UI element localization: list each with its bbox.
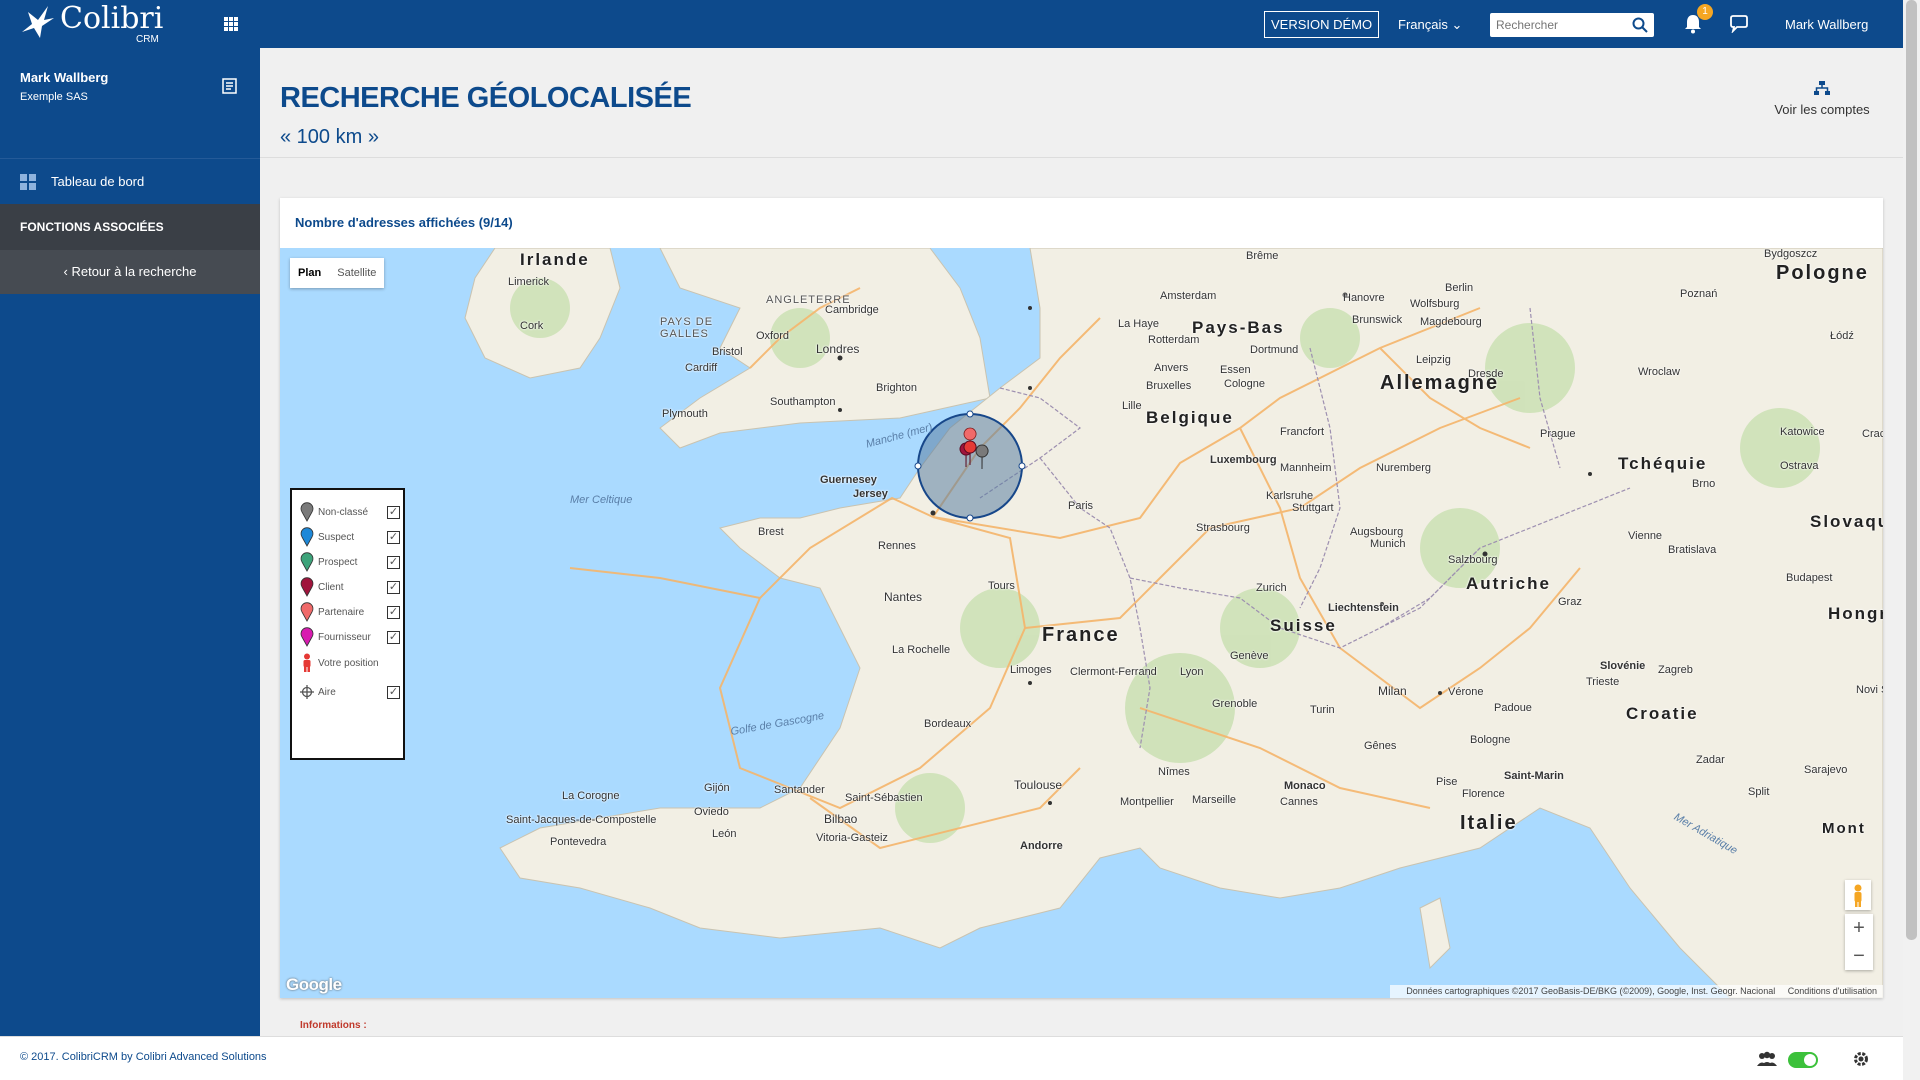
page-scrollbar[interactable] — [1903, 0, 1920, 1080]
legend-checkbox[interactable]: ✓ — [387, 630, 400, 644]
legend-label: Non-classé — [318, 506, 369, 518]
top-bar: Colibri CRM VERSION DÉMO Français ⌄ 1 Ma… — [0, 0, 1903, 48]
info-label: Informations : — [300, 1020, 367, 1031]
language-label: Français — [1398, 17, 1448, 32]
legend-label: Aire — [318, 686, 336, 698]
zoom-control: + − — [1845, 914, 1873, 970]
sidebar-item-label: Tableau de bord — [51, 174, 145, 189]
sidebar-section-title: FONCTIONS ASSOCIÉES — [0, 204, 260, 250]
status-toggle[interactable] — [1788, 1052, 1818, 1068]
search-icon[interactable] — [1632, 17, 1648, 33]
user-menu[interactable]: Mark Wallberg — [1785, 17, 1868, 32]
chat-icon[interactable] — [1729, 15, 1749, 33]
legend-item: Prospect ✓ — [300, 552, 400, 572]
map-pin-icon — [300, 602, 314, 622]
map-pin-icon — [300, 527, 314, 547]
gear-icon[interactable] — [1852, 1050, 1870, 1068]
legend-checkbox[interactable]: ✓ — [387, 605, 400, 619]
map-legend: Non-classé ✓ Suspect ✓ Prospect ✓ Client ✓ Parte… — [290, 488, 405, 760]
attribution-text: Données cartographiques ©2017 GeoBasis-D… — [1406, 986, 1776, 996]
sidebar-item-dashboard[interactable]: Tableau de bord — [0, 159, 260, 204]
sidebar: Mark Wallberg Exemple SAS Tableau de bor… — [0, 48, 260, 1036]
legend-item: Aire ✓ — [300, 682, 400, 702]
scrollbar-thumb[interactable] — [1906, 0, 1917, 940]
colibri-bird-icon — [22, 6, 54, 38]
legend-item: Votre position — [300, 653, 400, 673]
sidebar-company: Exemple SAS — [20, 91, 88, 103]
legend-checkbox[interactable]: ✓ — [387, 530, 400, 544]
view-accounts-label: Voir les comptes — [1774, 102, 1870, 117]
legend-label: Votre position — [318, 657, 379, 669]
legend-label: Fournisseur — [318, 631, 371, 643]
street-view-pegman-icon[interactable] — [1845, 880, 1871, 910]
map-pin-icon — [300, 627, 314, 647]
map-pin-icon — [300, 552, 314, 572]
back-to-search-link[interactable]: ‹ Retour à la recherche — [0, 250, 260, 294]
google-logo: Google — [286, 975, 342, 994]
map-type-satellite[interactable]: Satellite — [329, 258, 384, 288]
address-count: Nombre d'adresses affichées (9/14) — [295, 215, 513, 230]
dashboard-icon — [20, 173, 36, 190]
area-icon — [300, 685, 314, 699]
legend-checkbox[interactable]: ✓ — [387, 685, 400, 699]
footer: © 2017. ColibriCRM by Colibri Advanced S… — [0, 1036, 1903, 1080]
legend-checkbox[interactable]: ✓ — [387, 555, 400, 569]
legend-label: Suspect — [318, 531, 355, 543]
brand-name: Colibri — [60, 1, 164, 36]
map-pin-icon — [300, 577, 314, 597]
map[interactable]: Irlande Limerick Cork PAYS DE GALLES ANG… — [280, 248, 1883, 998]
legend-checkbox[interactable]: ✓ — [387, 505, 400, 519]
legend-item: Fournisseur ✓ — [300, 627, 400, 647]
language-selector[interactable]: Français ⌄ — [1398, 17, 1462, 33]
search-box — [1490, 13, 1654, 37]
map-base — [464, 248, 1883, 998]
map-pin-icon — [300, 502, 314, 522]
logo[interactable]: Colibri CRM — [18, 2, 163, 46]
brand-sub: CRM — [136, 34, 159, 45]
demo-version-button[interactable]: VERSION DÉMO — [1264, 11, 1380, 38]
apps-grid-icon[interactable] — [224, 17, 238, 31]
legend-item: Partenaire ✓ — [300, 602, 400, 622]
chevron-down-icon: ⌄ — [1451, 17, 1463, 32]
page-subtitle: « 100 km » — [280, 126, 379, 148]
person-icon — [303, 653, 311, 672]
legend-label: Prospect — [318, 556, 358, 568]
sidebar-user: Mark Wallberg Exemple SAS — [20, 70, 108, 103]
sidebar-user-name: Mark Wallberg — [20, 70, 109, 85]
legend-label: Partenaire — [318, 606, 365, 618]
page-title: RECHERCHE GÉOLOCALISÉE — [280, 82, 692, 114]
terms-link[interactable]: Conditions d'utilisation — [1788, 986, 1877, 996]
legend-item: Client ✓ — [300, 577, 400, 597]
view-accounts-link[interactable]: Voir les comptes — [1772, 80, 1872, 117]
zoom-out-button[interactable]: − — [1845, 942, 1873, 970]
map-panel: Nombre d'adresses affichées (9/14) Irlan… — [280, 198, 1883, 998]
legend-item: Non-classé ✓ — [300, 502, 400, 522]
zoom-in-button[interactable]: + — [1845, 914, 1873, 942]
map-type-plan[interactable]: Plan — [290, 258, 329, 288]
legend-item: Suspect ✓ — [300, 527, 400, 547]
copyright[interactable]: © 2017. ColibriCRM by Colibri Advanced S… — [20, 1051, 267, 1063]
back-label: Retour à la recherche — [71, 264, 197, 279]
notification-badge: 1 — [1697, 4, 1713, 20]
map-attribution: Données cartographiques ©2017 GeoBasis-D… — [1390, 985, 1883, 998]
hierarchy-icon — [1814, 81, 1830, 95]
contact-card-icon[interactable] — [222, 78, 237, 94]
map-type-control: Plan Satellite — [290, 258, 385, 288]
users-group-icon[interactable] — [1756, 1051, 1778, 1067]
legend-checkbox[interactable]: ✓ — [387, 580, 400, 594]
search-input[interactable] — [1490, 13, 1620, 37]
legend-label: Client — [318, 581, 344, 593]
header-divider — [260, 157, 1903, 158]
